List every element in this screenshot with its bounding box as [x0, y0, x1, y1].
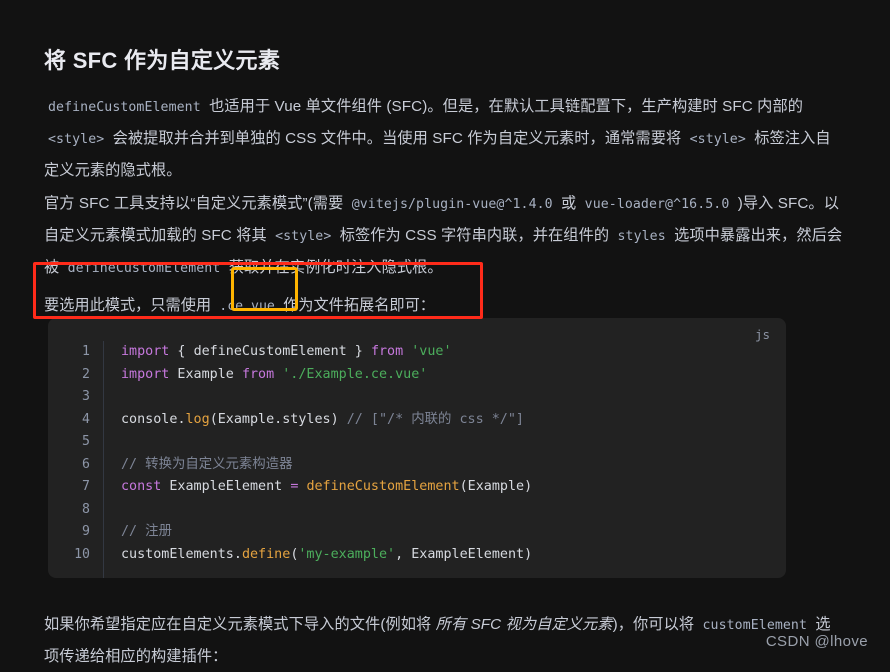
- inline-code-vue-loader: vue-loader@^16.5.0: [584, 197, 730, 213]
- paragraph-text: 会被提取并合并到单独的 CSS 文件中。当使用 SFC 作为自定义元素时，通常需…: [108, 130, 686, 148]
- code-line-numbers: 1 2 3 4 5 6 7 8 9 10: [48, 341, 104, 578]
- orange-highlight-annotation: [231, 267, 298, 311]
- code-token: './Example.ce.vue': [282, 366, 428, 382]
- code-token: Example: [169, 366, 242, 382]
- code-block-js: js 1 2 3 4 5 6 7 8 9 10 import { defineCustomElem…: [48, 318, 786, 578]
- code-line: console.log(Example.styles) // ["/* 内联的 …: [121, 409, 786, 432]
- code-line: const ExampleElement = defineCustomEleme…: [121, 476, 786, 499]
- code-token: console: [121, 411, 178, 427]
- code-line-number: 4: [82, 411, 90, 427]
- paragraph-sfc-intro: defineCustomElement 也适用于 Vue 单文件组件 (SFC)…: [44, 91, 844, 186]
- inline-code-styles: styles: [617, 229, 666, 245]
- code-token: .: [233, 546, 242, 562]
- code-token: import: [121, 366, 170, 382]
- code-token: defineCustomElement: [193, 344, 347, 359]
- paragraph-text: 要选用此模式，只需使用: [44, 297, 216, 315]
- code-content[interactable]: import { defineCustomElement } from 'vue…: [104, 341, 786, 578]
- paragraph-text: )，你可以将: [612, 616, 699, 634]
- code-token: (Example.styles): [209, 411, 347, 427]
- code-token: const: [121, 479, 162, 494]
- code-token: customElements: [121, 546, 234, 562]
- code-language-label: js: [754, 327, 770, 342]
- code-token: import: [121, 344, 170, 359]
- inline-code-definecustomelement: defineCustomElement: [48, 100, 201, 116]
- code-line-number: 5: [82, 434, 90, 449]
- paragraph-text: 官方 SFC 工具支持以“自定义元素模式”(需要: [44, 195, 348, 213]
- code-token: // 注册: [121, 524, 172, 539]
- paragraph-text: 如果你希望指定应在自定义元素模式下导入的文件(例如将: [44, 616, 436, 634]
- code-token: }: [346, 344, 371, 359]
- csdn-watermark: CSDN @lhove: [765, 633, 868, 650]
- inline-code-style-tag: <style>: [48, 132, 105, 148]
- code-line: import { defineCustomElement } from 'vue…: [121, 341, 786, 364]
- inline-code-style-tag-2: <style>: [689, 132, 746, 148]
- code-line: // 注册: [121, 521, 786, 544]
- code-line-number: 10: [74, 546, 90, 562]
- code-line-number: 6: [82, 456, 90, 472]
- code-token: 'my-example': [298, 546, 396, 562]
- code-line-number: 1: [82, 344, 90, 359]
- code-block-inner: 1 2 3 4 5 6 7 8 9 10 import { defineCustomElement…: [48, 318, 786, 578]
- code-token: from: [241, 366, 275, 382]
- page-title: 将 SFC 作为自定义元素: [44, 47, 281, 73]
- code-token: // 转换为自定义元素构造器: [121, 456, 293, 472]
- code-line-number: 9: [82, 524, 90, 539]
- code-token: ExampleElement: [161, 479, 291, 494]
- code-line: customElements.define('my-example', Exam…: [121, 544, 786, 567]
- code-line: import Example from './Example.ce.vue': [121, 364, 786, 387]
- code-token: from: [370, 344, 404, 359]
- code-token: // ["/* 内联的 css */"]: [346, 411, 524, 427]
- code-line-number: 8: [82, 501, 90, 517]
- code-token: 'vue': [411, 344, 452, 359]
- code-token: {: [169, 344, 194, 359]
- paragraph-emphasis: 所有 SFC 视为自定义元素: [435, 616, 613, 634]
- paragraph-text: 或: [556, 195, 581, 213]
- code-token: , ExampleElement): [395, 546, 533, 562]
- code-token: .: [177, 411, 186, 427]
- code-token: log: [185, 411, 210, 427]
- code-line-number: 2: [82, 366, 90, 382]
- code-token: defineCustomElement: [306, 479, 460, 494]
- inline-code-style-tag-3: <style>: [275, 229, 332, 245]
- inline-code-customelement: customElement: [702, 618, 808, 634]
- inline-code-vite-plugin-vue: @vitejs/plugin-vue@^1.4.0: [351, 197, 553, 213]
- paragraph-custom-element-option: 如果你希望指定应在自定义元素模式下导入的文件(例如将 所有 SFC 视为自定义元…: [44, 609, 844, 672]
- code-line-number: 3: [82, 389, 90, 404]
- code-line-number: 7: [82, 479, 90, 494]
- paragraph-text: 也适用于 Vue 单文件组件 (SFC)。但是，在默认工具链配置下，生产构建时 …: [204, 98, 804, 116]
- code-token: define: [241, 546, 291, 562]
- paragraph-text: 作为文件拓展名即可：: [278, 297, 435, 315]
- code-line: // 转换为自定义元素构造器: [121, 454, 786, 477]
- code-token: (Example): [459, 479, 533, 494]
- paragraph-text: 标签作为 CSS 字符串内联，并在组件的: [335, 227, 614, 245]
- documentation-page: 将 SFC 作为自定义元素 defineCustomElement 也适用于 V…: [0, 0, 890, 666]
